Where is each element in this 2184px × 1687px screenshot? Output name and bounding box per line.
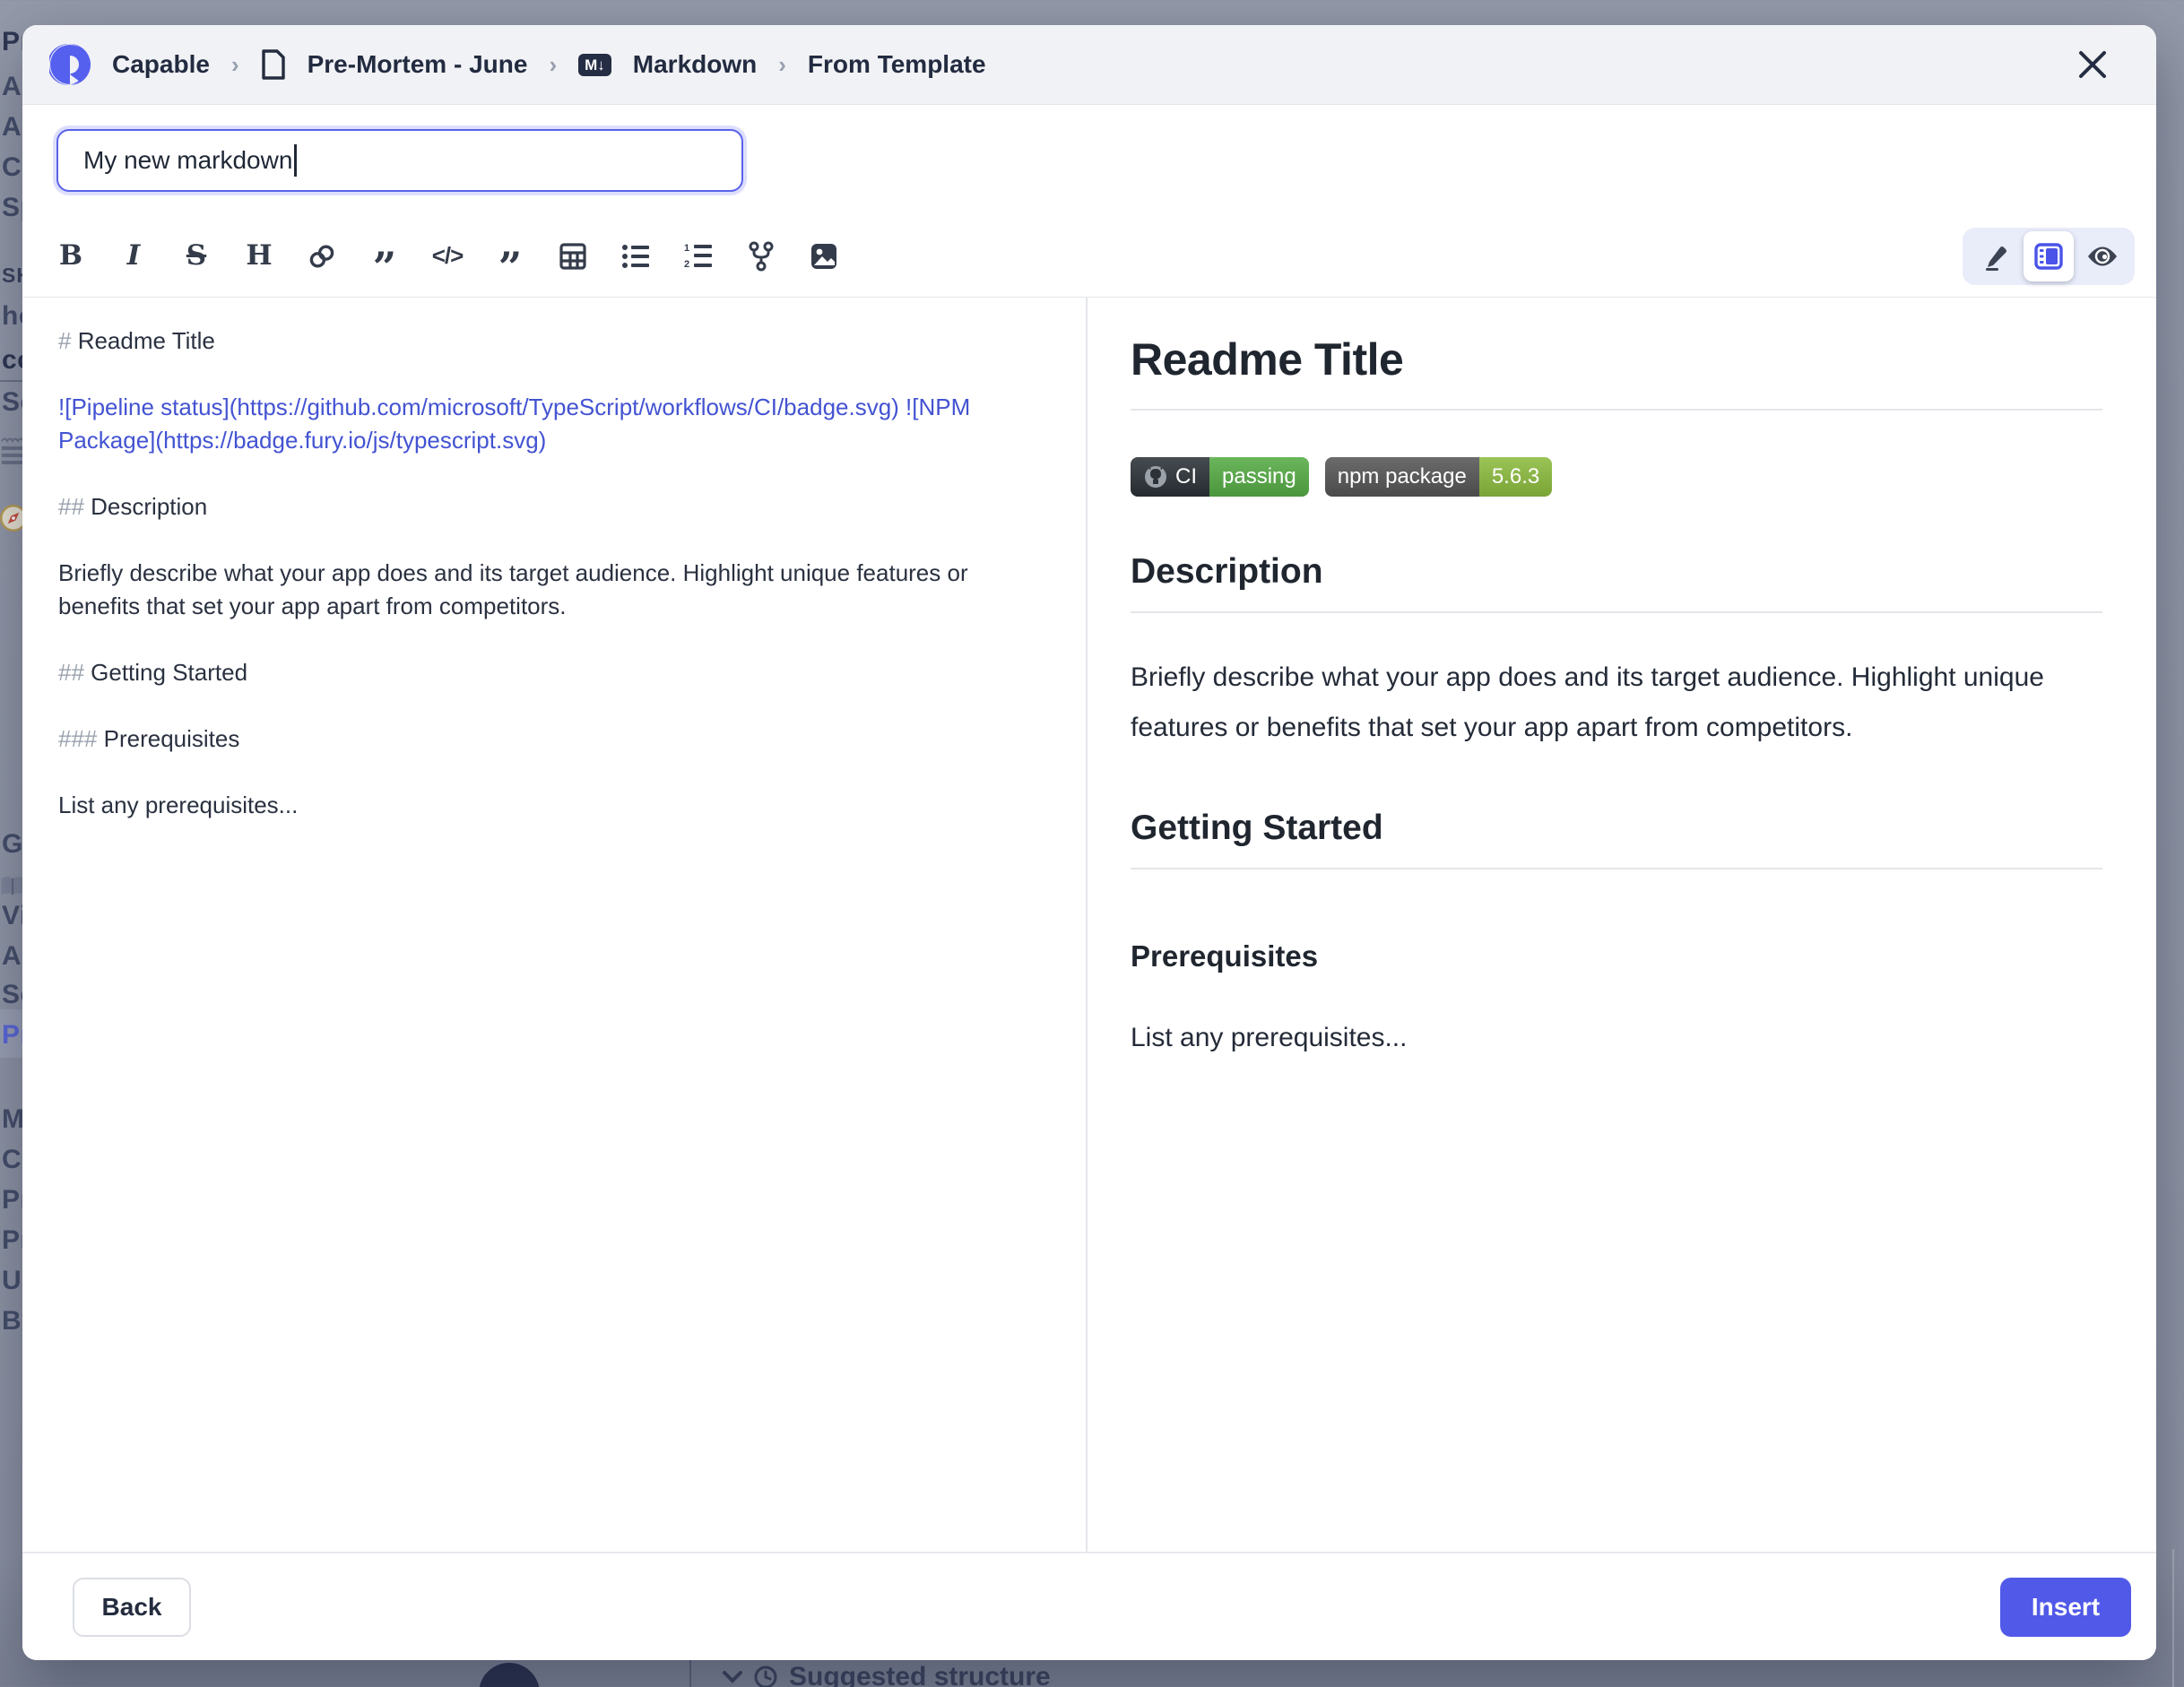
close-button[interactable] [2068, 40, 2117, 89]
bg-divider [2172, 1549, 2174, 1687]
divider [1131, 611, 2102, 613]
heading-button[interactable]: H [238, 235, 281, 278]
markdown-preview-pane: Readme Title CI passing [1088, 298, 2156, 1552]
markdown-chip-icon: M↓ [578, 54, 611, 76]
md-heading2-line: ## Description [58, 490, 1055, 523]
breadcrumb-mode: From Template [808, 50, 986, 79]
md-hash: ## [58, 493, 84, 520]
md-paragraph: Briefly describe what your app does and … [58, 557, 1055, 623]
bg-book-icon [0, 871, 25, 902]
split-view-icon [2034, 243, 2063, 270]
blockquote-button[interactable]: ” [489, 235, 532, 278]
preview-description-heading: Description [1131, 552, 2102, 592]
preview-getting-started-heading: Getting Started [1131, 809, 2102, 848]
bg-avatar [479, 1663, 540, 1687]
back-button[interactable]: Back [73, 1578, 191, 1637]
markdown-title-input[interactable]: My new markdown [56, 129, 743, 192]
close-icon [2077, 49, 2108, 80]
ordered-list-button[interactable]: 1 2 [677, 235, 720, 278]
github-octocat-icon [1143, 464, 1168, 489]
pencil-icon [1980, 242, 2009, 271]
breadcrumb-app[interactable]: Capable [112, 50, 210, 79]
divider [1131, 868, 2102, 869]
md-paragraph: List any prerequisites... [58, 789, 1055, 822]
capable-logo-icon [49, 44, 91, 85]
badge-label: CI [1175, 464, 1197, 489]
modal-header: Capable › Pre-Mortem - June › M↓ Markdow… [22, 25, 2156, 105]
link-button[interactable] [300, 235, 343, 278]
image-icon [810, 242, 838, 271]
heading-icon: H [246, 242, 272, 270]
bg-notes-icon [0, 436, 23, 475]
npm-version-badge: npm package 5.6.3 [1325, 457, 1552, 497]
breadcrumb-separator: › [549, 51, 557, 79]
md-heading2-line: ## Getting Started [58, 656, 1055, 689]
md-hash: ### [58, 725, 97, 752]
text-caret [294, 144, 297, 177]
md-heading1-line: # Readme Title [58, 324, 1055, 358]
badge-value: 5.6.3 [1492, 464, 1539, 489]
bullet-list-icon [621, 243, 650, 270]
md-heading3-line: ### Prerequisites [58, 722, 1055, 756]
image-button[interactable] [802, 235, 845, 278]
preview-prerequisites-body: List any prerequisites... [1131, 1013, 2102, 1063]
title-row: My new markdown [22, 105, 2156, 215]
quote-button[interactable]: ” [363, 235, 406, 278]
strikethrough-button[interactable]: S [175, 235, 218, 278]
split-view-button[interactable] [2024, 231, 2074, 281]
code-button[interactable]: </> [426, 235, 469, 278]
bold-icon: B [59, 242, 82, 270]
md-hash: ## [58, 659, 84, 686]
breadcrumb-separator: › [231, 51, 239, 79]
preview-mode-button[interactable] [2081, 235, 2124, 278]
eye-icon [2086, 245, 2119, 268]
bg-suggested-structure: Suggested structure [723, 1662, 1051, 1687]
bg-divider [0, 380, 22, 382]
branch-button[interactable] [740, 235, 783, 278]
bg-suggested-structure-label: Suggested structure [789, 1662, 1051, 1687]
preview-description-body: Briefly describe what your app does and … [1131, 653, 2102, 753]
md-hash: # [58, 327, 71, 354]
italic-icon: I [127, 242, 141, 270]
breadcrumb-document[interactable]: Pre-Mortem - June [308, 50, 528, 79]
svg-text:2: 2 [684, 259, 689, 270]
ordered-list-icon: 1 2 [684, 243, 713, 270]
branch-icon [747, 241, 776, 272]
strikethrough-icon: S [186, 242, 206, 270]
table-icon [559, 242, 587, 271]
bg-sidebar-fragment: M [2, 1104, 25, 1135]
edit-mode-button[interactable] [1973, 235, 2016, 278]
md-badges-line[interactable]: ![Pipeline status](https://github.com/mi… [58, 391, 1055, 457]
svg-text:1: 1 [684, 243, 689, 254]
clock-icon [753, 1665, 778, 1687]
breadcrumb: Capable › Pre-Mortem - June › M↓ Markdow… [49, 44, 986, 85]
breadcrumb-separator: › [778, 51, 786, 79]
breadcrumb-type[interactable]: Markdown [633, 50, 757, 79]
markdown-title-value: My new markdown [83, 146, 292, 175]
view-mode-toggle [1963, 228, 2135, 285]
preview-prerequisites-heading: Prerequisites [1131, 939, 2102, 973]
badge-label: npm package [1338, 464, 1467, 489]
link-icon [307, 241, 337, 272]
divider [1131, 409, 2102, 411]
chevron-down-icon [723, 1671, 742, 1683]
bg-divider [689, 1660, 691, 1687]
italic-button[interactable]: I [112, 235, 155, 278]
code-icon: </> [432, 242, 464, 270]
markdown-template-modal: Capable › Pre-Mortem - June › M↓ Markdow… [22, 25, 2156, 1660]
modal-footer: Back Insert [22, 1552, 2156, 1660]
insert-button[interactable]: Insert [2000, 1578, 2131, 1637]
bullet-list-button[interactable] [614, 235, 657, 278]
badge-value: passing [1222, 464, 1296, 489]
preview-title: Readme Title [1131, 333, 2102, 385]
formatting-toolbar: B I S H ” </> ” [22, 215, 2156, 298]
table-button[interactable] [551, 235, 594, 278]
ci-status-badge: CI passing [1131, 457, 1309, 497]
bold-button[interactable]: B [49, 235, 92, 278]
badge-row: CI passing npm package 5.6.3 [1131, 457, 2102, 497]
markdown-source-editor[interactable]: # Readme Title ![Pipeline status](https:… [22, 298, 1088, 1552]
document-icon [261, 49, 286, 80]
editor-preview-split: # Readme Title ![Pipeline status](https:… [22, 298, 2156, 1552]
